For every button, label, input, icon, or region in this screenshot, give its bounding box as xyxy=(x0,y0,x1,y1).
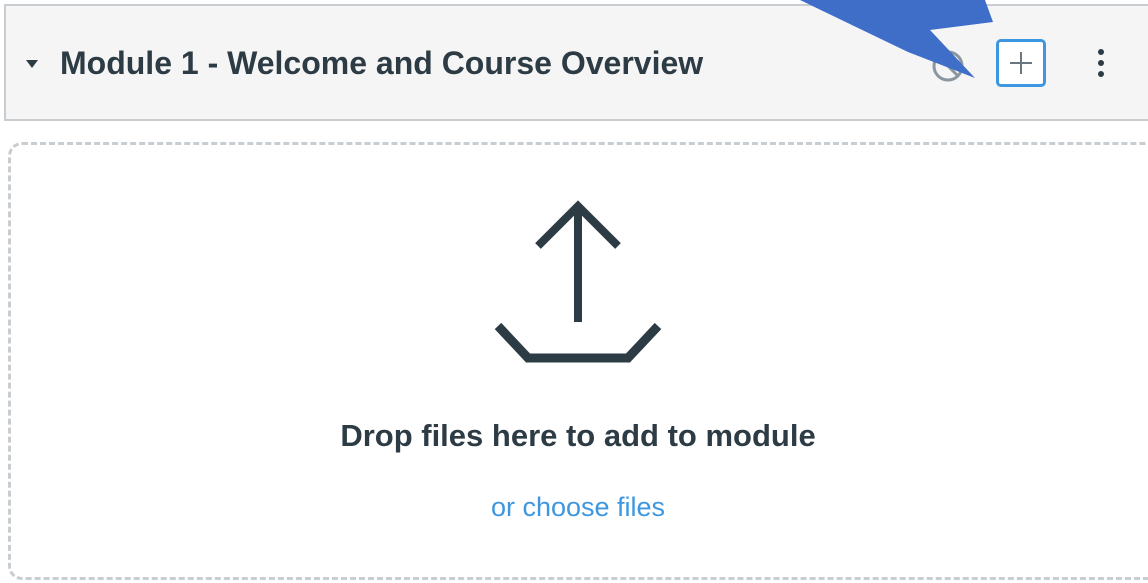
module-title[interactable]: Module 1 - Welcome and Course Overview xyxy=(60,38,703,88)
upload-icon xyxy=(488,194,668,374)
caret-down-icon[interactable] xyxy=(26,60,38,68)
plus-icon xyxy=(1010,52,1032,74)
dropzone-text: Drop files here to add to module xyxy=(340,418,816,453)
add-item-button[interactable] xyxy=(996,39,1046,87)
choose-files-link[interactable]: or choose files xyxy=(491,492,665,522)
unpublished-icon[interactable] xyxy=(928,46,968,86)
page: Module 1 - Welcome and Course Overview D… xyxy=(0,0,1148,583)
kebab-menu-icon[interactable] xyxy=(1086,44,1116,84)
choose-files-link-wrapper: or choose files xyxy=(0,487,1148,527)
